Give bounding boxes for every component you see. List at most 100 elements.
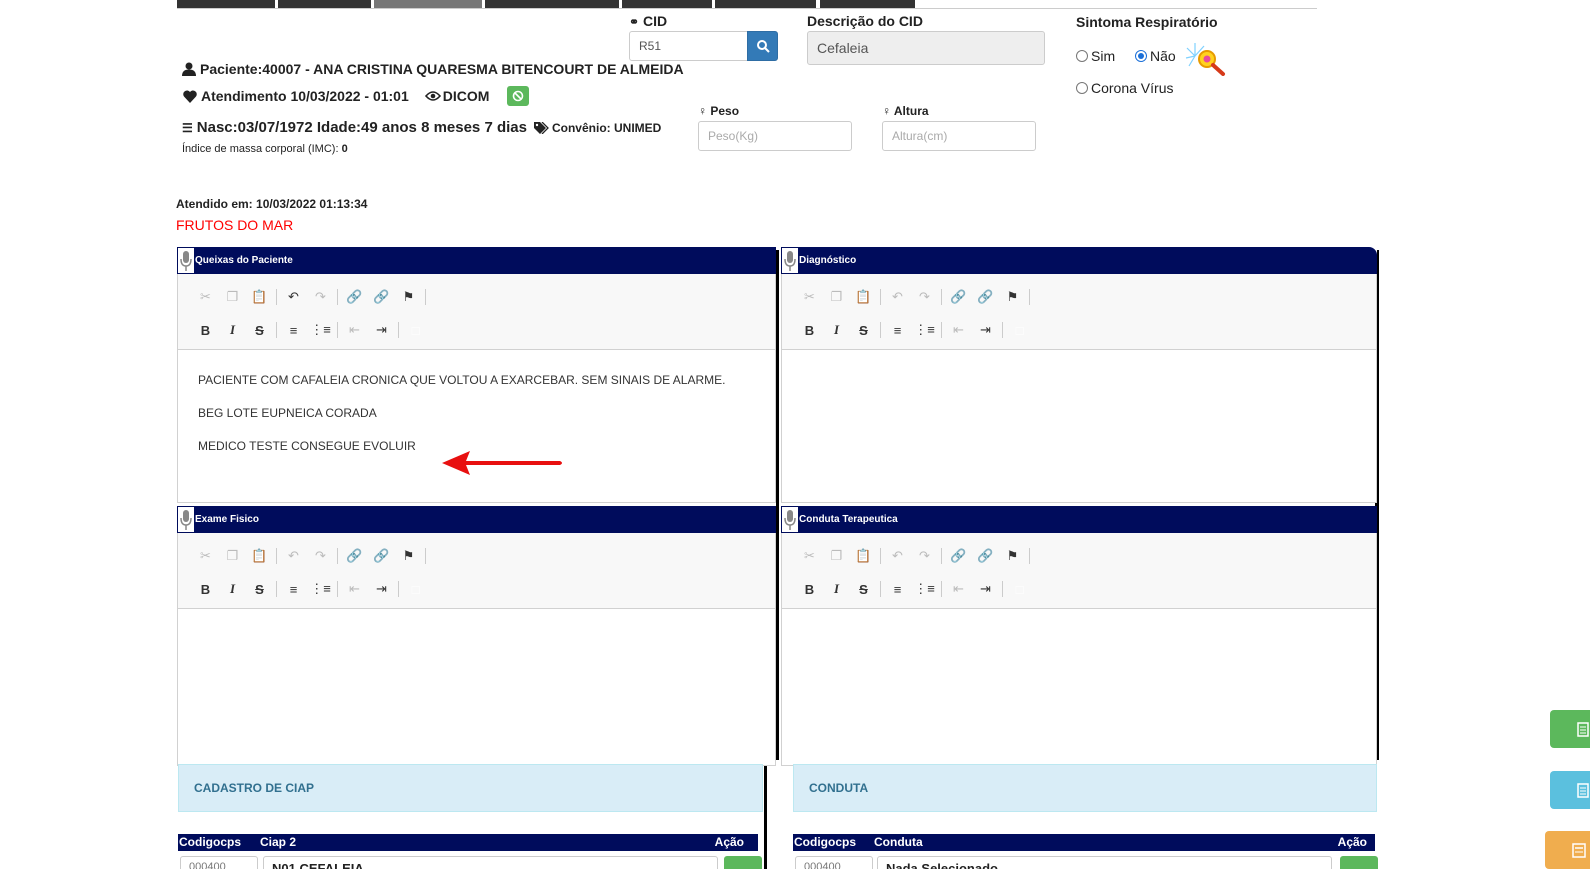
- italic-icon[interactable]: I: [219, 577, 246, 601]
- anchor-flag-icon[interactable]: ⚑: [395, 285, 422, 309]
- copy-icon[interactable]: ❐: [823, 544, 850, 568]
- blank-tool[interactable]: □: [402, 577, 429, 601]
- green-action-button[interactable]: [507, 86, 530, 106]
- indent-icon[interactable]: ⇥: [972, 318, 999, 342]
- bold-icon[interactable]: B: [796, 318, 823, 342]
- bullet-list-icon[interactable]: ⋮≡: [307, 318, 334, 342]
- blank-tool[interactable]: □: [1006, 577, 1033, 601]
- unlink-icon[interactable]: 🔗: [972, 544, 999, 568]
- side-button-orange[interactable]: [1545, 831, 1590, 869]
- bold-icon[interactable]: B: [192, 577, 219, 601]
- blank-tool[interactable]: □: [402, 318, 429, 342]
- side-button-blue[interactable]: [1550, 771, 1590, 809]
- bullet-list-icon[interactable]: ⋮≡: [307, 577, 334, 601]
- paste-icon[interactable]: 📋: [850, 285, 877, 309]
- editor-toolbar: ✂ ❐ 📋 ↶ ↷ 🔗 🔗 ⚑ B I S ≡ ⋮≡ ⇤ ⇥ □: [177, 533, 776, 609]
- blank-tool[interactable]: □: [1006, 318, 1033, 342]
- outdent-icon[interactable]: ⇤: [945, 577, 972, 601]
- strike-icon[interactable]: S: [850, 318, 877, 342]
- ciap-select[interactable]: N01 CEFALEIA: [263, 856, 718, 869]
- anchor-flag-icon[interactable]: ⚑: [999, 285, 1026, 309]
- editor-content-queixas[interactable]: PACIENTE COM CAFALEIA CRONICA QUE VOLTOU…: [177, 350, 776, 503]
- bullet-list-icon[interactable]: ⋮≡: [911, 577, 938, 601]
- strike-icon[interactable]: S: [246, 577, 273, 601]
- radio-corona[interactable]: [1076, 82, 1088, 94]
- allergy-alert: FRUTOS DO MAR: [176, 217, 294, 233]
- editor-content-conduta[interactable]: [781, 609, 1377, 766]
- conduta-select[interactable]: Nada Selecionado: [877, 856, 1332, 869]
- microphone-icon[interactable]: [177, 506, 195, 533]
- side-button-green[interactable]: [1550, 710, 1590, 748]
- bullet-list-icon[interactable]: ⋮≡: [911, 318, 938, 342]
- anchor-flag-icon[interactable]: ⚑: [999, 544, 1026, 568]
- weight-input[interactable]: Peso(Kg): [698, 121, 852, 151]
- attendance-line: Atendimento 10/03/2022 - 01:01 DICOM: [183, 86, 530, 106]
- link-icon[interactable]: 🔗: [341, 285, 368, 309]
- indent-icon[interactable]: ⇥: [368, 577, 395, 601]
- virus-magnifier-icon[interactable]: [1185, 40, 1231, 76]
- cut-icon[interactable]: ✂: [192, 285, 219, 309]
- symptom-option-sim[interactable]: Sim: [1076, 48, 1115, 64]
- panel-conduta-terapeutica: Conduta Terapeutica ✂ ❐ 📋 ↶ ↷ 🔗 🔗 ⚑ B I …: [781, 506, 1377, 766]
- redo-icon[interactable]: ↷: [307, 285, 334, 309]
- microphone-icon[interactable]: [781, 506, 799, 533]
- bold-icon[interactable]: B: [192, 318, 219, 342]
- undo-icon[interactable]: ↶: [884, 285, 911, 309]
- outdent-icon[interactable]: ⇤: [341, 577, 368, 601]
- dicom-link[interactable]: DICOM: [424, 88, 489, 104]
- link-icon[interactable]: 🔗: [945, 544, 972, 568]
- conduta-code-input[interactable]: 000400: [795, 856, 873, 869]
- bold-icon[interactable]: B: [796, 577, 823, 601]
- undo-icon[interactable]: ↶: [280, 285, 307, 309]
- italic-icon[interactable]: I: [823, 318, 850, 342]
- ciap-add-button[interactable]: [724, 856, 762, 869]
- height-input[interactable]: Altura(cm): [882, 121, 1036, 151]
- unlink-icon[interactable]: 🔗: [972, 285, 999, 309]
- paste-icon[interactable]: 📋: [850, 544, 877, 568]
- strike-icon[interactable]: S: [850, 577, 877, 601]
- copy-icon[interactable]: ❐: [823, 285, 850, 309]
- microphone-icon[interactable]: [781, 247, 799, 274]
- symptom-option-corona[interactable]: Corona Vírus: [1076, 80, 1173, 96]
- copy-icon[interactable]: ❐: [219, 544, 246, 568]
- indent-icon[interactable]: ⇥: [972, 577, 999, 601]
- redo-icon[interactable]: ↷: [307, 544, 334, 568]
- redo-icon[interactable]: ↷: [911, 544, 938, 568]
- outdent-icon[interactable]: ⇤: [341, 318, 368, 342]
- link-icon[interactable]: 🔗: [341, 544, 368, 568]
- numbered-list-icon[interactable]: ≡: [884, 577, 911, 601]
- copy-icon[interactable]: ❐: [219, 285, 246, 309]
- paste-icon[interactable]: 📋: [246, 285, 273, 309]
- undo-icon[interactable]: ↶: [280, 544, 307, 568]
- tags-icon: [533, 121, 549, 134]
- editor-content-diagnostico[interactable]: [781, 350, 1377, 503]
- microphone-icon[interactable]: [177, 247, 195, 274]
- italic-icon[interactable]: I: [823, 577, 850, 601]
- anchor-flag-icon[interactable]: ⚑: [395, 544, 422, 568]
- radio-nao[interactable]: [1135, 50, 1147, 62]
- unlink-icon[interactable]: 🔗: [368, 544, 395, 568]
- cut-icon[interactable]: ✂: [796, 544, 823, 568]
- undo-icon[interactable]: ↶: [884, 544, 911, 568]
- cid-input[interactable]: R51: [629, 31, 748, 61]
- numbered-list-icon[interactable]: ≡: [280, 318, 307, 342]
- indent-icon[interactable]: ⇥: [368, 318, 395, 342]
- ciap-code-input[interactable]: 000400: [180, 856, 258, 869]
- weight-label-text: Peso: [710, 104, 740, 118]
- symptom-option-nao[interactable]: Não: [1135, 48, 1176, 64]
- unlink-icon[interactable]: 🔗: [368, 285, 395, 309]
- italic-icon[interactable]: I: [219, 318, 246, 342]
- editor-content-exame[interactable]: [177, 609, 776, 766]
- strike-icon[interactable]: S: [246, 318, 273, 342]
- paste-icon[interactable]: 📋: [246, 544, 273, 568]
- link-icon[interactable]: 🔗: [945, 285, 972, 309]
- outdent-icon[interactable]: ⇤: [945, 318, 972, 342]
- cut-icon[interactable]: ✂: [796, 285, 823, 309]
- numbered-list-icon[interactable]: ≡: [884, 318, 911, 342]
- numbered-list-icon[interactable]: ≡: [280, 577, 307, 601]
- redo-icon[interactable]: ↷: [911, 285, 938, 309]
- cut-icon[interactable]: ✂: [192, 544, 219, 568]
- conduta-add-button[interactable]: [1340, 856, 1378, 869]
- radio-sim[interactable]: [1076, 50, 1088, 62]
- cid-search-button[interactable]: [747, 31, 778, 61]
